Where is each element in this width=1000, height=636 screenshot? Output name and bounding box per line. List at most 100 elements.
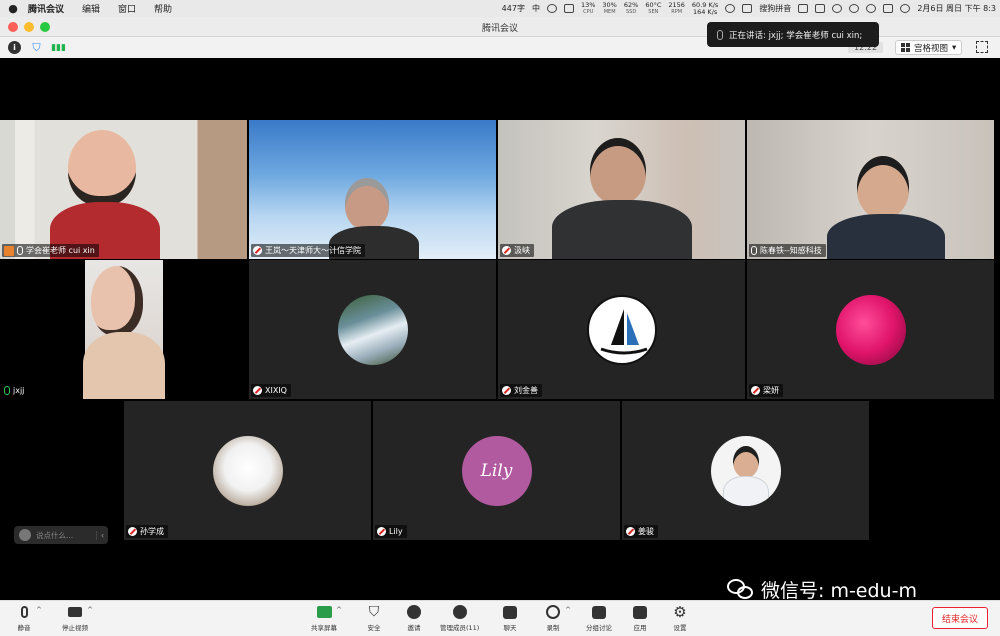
wechat-icon[interactable] xyxy=(546,4,557,13)
record-options-chevron-icon[interactable]: ^ xyxy=(565,606,571,614)
video-tile-wang-lan[interactable]: 王岚～天津师大～计信学院 xyxy=(249,120,496,259)
participant-video xyxy=(552,138,698,259)
end-meeting-button[interactable]: 结束会议 xyxy=(932,607,988,629)
mic-on-icon xyxy=(17,246,23,255)
mute-options-chevron-icon[interactable]: ^ xyxy=(36,606,42,614)
chat-bubble-icon xyxy=(503,605,517,619)
video-tile-cui-xin[interactable]: 学会崔老师 cui xin xyxy=(0,120,247,259)
encryption-shield-icon[interactable]: ⛉ xyxy=(30,41,43,54)
gallery-view-button[interactable]: 宫格视图 ▾ xyxy=(895,40,963,55)
network-signal-icon[interactable]: ▮▮▮ xyxy=(51,41,66,54)
share-screen-button[interactable]: ^ 共享屏幕 xyxy=(311,604,342,632)
apps-grid-icon xyxy=(633,605,647,619)
mic-muted-icon xyxy=(377,527,386,536)
mic-muted-icon xyxy=(502,386,511,395)
video-tile-chen-chun-tie[interactable]: 陈春铁--知感科技 xyxy=(747,120,994,259)
participant-name-tag: 孙学成 xyxy=(126,525,168,538)
speaking-indicator: 正在讲话: jxjj; 学会崔老师 cui xin; xyxy=(707,22,879,47)
wechat-logo-icon xyxy=(727,578,755,601)
input-method-short[interactable]: 中 xyxy=(532,3,540,14)
video-tile-lily[interactable]: Lily Lily xyxy=(373,401,620,540)
spotlight-search-icon[interactable] xyxy=(866,4,877,13)
meeting-toolbar: ^ 静音 ^ 停止视频 ^ 共享屏幕 ⛉ 安全 邀请 管理成员(11) 聊天 ^ xyxy=(0,600,1000,636)
security-shield-icon: ⛉ xyxy=(368,604,380,620)
battery-icon[interactable] xyxy=(815,4,826,13)
apple-icon[interactable]: ● xyxy=(0,2,26,15)
sailboat-logo-icon xyxy=(600,308,647,354)
participant-name-tag: 汲峡 xyxy=(500,244,534,257)
participant-name-tag: Lily xyxy=(375,525,407,538)
security-button[interactable]: ⛉ 安全 xyxy=(366,604,382,632)
word-count[interactable]: 447字 xyxy=(502,3,525,14)
control-center-icon[interactable] xyxy=(883,4,894,13)
breakout-rooms-icon xyxy=(592,605,606,619)
info-tray-icon[interactable] xyxy=(725,4,736,13)
video-tile-liu-jin-shan[interactable]: 刘金善 xyxy=(498,260,745,399)
participant-video xyxy=(83,260,165,399)
video-tile-jiang-jun[interactable]: 姜骏 xyxy=(622,401,869,540)
participant-name-tag: 陈春铁--知感科技 xyxy=(749,244,826,257)
video-camera-icon xyxy=(68,607,82,617)
sogou-icon[interactable] xyxy=(742,4,753,13)
wifi-icon[interactable] xyxy=(832,4,843,13)
share-screen-icon xyxy=(316,606,332,618)
mic-muted-icon xyxy=(751,386,760,395)
menu-window[interactable]: 窗口 xyxy=(109,2,145,15)
video-tile-liang-yan[interactable]: 梁妍 xyxy=(747,260,994,399)
network-stat: 60.9 K/s 164 K/s xyxy=(691,0,719,16)
video-tile-ji-xia[interactable]: 汲峡 xyxy=(498,120,745,259)
avatar-lily: Lily xyxy=(461,435,532,506)
invite-button[interactable]: 邀请 xyxy=(406,604,422,632)
participant-name-tag: XIXIQ xyxy=(251,384,291,397)
record-button[interactable]: ^ 录制 xyxy=(545,604,571,632)
participant-video xyxy=(827,156,945,259)
avatar-liang-yan xyxy=(835,294,906,365)
collapse-chevron-icon[interactable]: ‹ xyxy=(96,530,108,540)
gear-icon: ⚙ xyxy=(673,603,687,621)
share-options-chevron-icon[interactable]: ^ xyxy=(336,606,342,614)
mic-muted-icon xyxy=(253,386,262,395)
participant-name-tag: 学会崔老师 cui xin xyxy=(2,244,99,257)
grid-view-icon xyxy=(901,43,910,52)
chat-placeholder: 说点什么... xyxy=(36,530,74,540)
video-tile-sun-xue-cheng[interactable]: 孙学成 xyxy=(124,401,371,540)
video-options-chevron-icon[interactable]: ^ xyxy=(87,606,93,614)
mic-speaking-icon xyxy=(4,386,10,395)
speaking-text: 正在讲话: jxjj; 学会崔老师 cui xin; xyxy=(729,30,863,41)
wechat-watermark: 微信号: m-edu-m xyxy=(727,576,917,603)
apps-button[interactable]: 应用 xyxy=(632,604,648,632)
settings-button[interactable]: ⚙ 设置 xyxy=(672,603,688,632)
chat-button[interactable]: 聊天 xyxy=(502,604,518,632)
members-icon xyxy=(452,605,467,619)
manage-members-button[interactable]: 管理成员(11) xyxy=(440,604,479,632)
menu-help[interactable]: 帮助 xyxy=(145,2,181,15)
input-method[interactable]: 搜狗拼音 xyxy=(759,3,791,14)
watermark-text: 微信号: m-edu-m xyxy=(761,580,917,602)
emoji-icon[interactable] xyxy=(19,529,31,541)
app-tray-icon[interactable] xyxy=(563,4,574,13)
mic-on-icon xyxy=(751,246,757,255)
participant-name-tag: jxjj xyxy=(2,384,29,397)
view-label: 宫格视图 xyxy=(914,43,949,54)
stop-video-button[interactable]: ^ 停止视频 xyxy=(62,604,93,632)
menu-edit[interactable]: 编辑 xyxy=(73,2,109,15)
macos-menubar: ● 腾讯会议 编辑 窗口 帮助 447字 中 13% CPU 30% MEM 62%… xyxy=(0,0,1000,17)
siri-icon[interactable] xyxy=(900,4,911,13)
menubar-status-area: 447字 中 13% CPU 30% MEM 62% SSD 60°C SEN 2156… xyxy=(502,0,1000,16)
headphones-icon[interactable] xyxy=(849,4,860,13)
bluetooth-icon[interactable] xyxy=(798,4,809,13)
breakout-rooms-button[interactable]: 分组讨论 xyxy=(586,604,612,632)
avatar-xixiq xyxy=(337,294,408,365)
video-tile-jxjj[interactable]: jxjj xyxy=(0,260,247,399)
menubar-datetime[interactable]: 2月6日 周日 下午 8:3 xyxy=(917,3,996,14)
mute-button[interactable]: ^ 静音 xyxy=(16,604,42,632)
menu-app-name[interactable]: 腾讯会议 xyxy=(26,2,73,15)
meeting-info-icon[interactable]: i xyxy=(8,41,21,54)
participant-name-tag: 梁妍 xyxy=(749,384,783,397)
chevron-down-icon: ▾ xyxy=(952,42,957,53)
chat-quick-input[interactable]: 说点什么... ‹ xyxy=(14,526,108,544)
fullscreen-icon[interactable] xyxy=(976,41,988,53)
participant-name-tag: 刘金善 xyxy=(500,384,542,397)
meeting-window: ● 腾讯会议 编辑 窗口 帮助 447字 中 13% CPU 30% MEM 62%… xyxy=(0,0,1000,636)
video-tile-xixiq[interactable]: XIXIQ xyxy=(249,260,496,399)
